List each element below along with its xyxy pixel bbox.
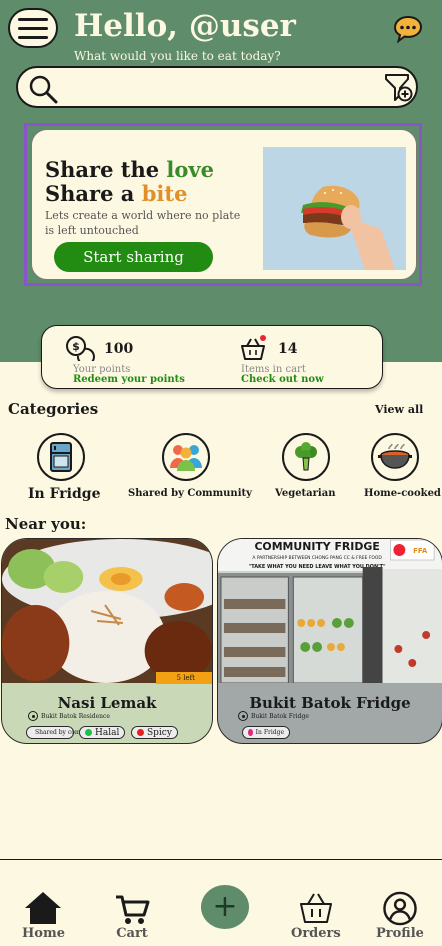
fridge-sign-title: COMMUNITY FRIDGE <box>254 540 379 553</box>
categories-title: Categories <box>8 400 99 418</box>
greeting-subtitle: What would you like to eat today? <box>74 49 281 63</box>
card-title-bukit-batok-fridge: Bukit Batok Fridge <box>249 694 411 712</box>
add-post-button[interactable]: + <box>201 885 249 929</box>
stats-card: $ 100 Your points Redeem your points 14 … <box>41 325 383 389</box>
category-label-shared-by-community: Shared by Community <box>128 488 252 499</box>
fridge-sign-subtitle: A PARTNERSHIP BETWEEN CHONG PANG CC & FR… <box>252 555 382 561</box>
tag-halal: Halal <box>79 726 126 739</box>
category-label-home-cooked: Home-cooked <box>364 488 441 499</box>
food-card-bukit-batok-fridge[interactable]: COMMUNITY FRIDGE A PARTNERSHIP BETWEEN C… <box>217 538 442 744</box>
category-label-vegetarian: Vegetarian <box>275 488 336 499</box>
category-vegetarian[interactable] <box>282 433 330 481</box>
promo-description: Lets create a world where no plate is le… <box>45 209 241 237</box>
nasi-lemak-image <box>2 539 212 683</box>
home-icon <box>25 892 62 924</box>
search-input[interactable] <box>66 74 336 102</box>
svg-text:$: $ <box>72 340 80 353</box>
coins-icon: $ <box>66 336 95 361</box>
category-label-in-fridge: In Fridge <box>28 486 101 502</box>
hamburger-icon <box>18 17 48 21</box>
points-value: 100 <box>104 341 134 357</box>
view-all-link[interactable]: View all <box>375 403 423 416</box>
bottom-nav: Home Cart + Orders Profile <box>0 859 442 946</box>
redeem-points-link[interactable]: Redeem your points <box>73 374 185 385</box>
cart-count: 14 <box>278 341 298 357</box>
tag-shared-by-community: Shared by community <box>26 726 102 739</box>
broccoli-icon <box>295 442 317 471</box>
category-shared-by-community[interactable] <box>162 433 210 481</box>
card-location: Bukit Batok Fridge <box>238 711 309 721</box>
ffa-logo-text: FFA <box>413 547 428 555</box>
community-fridge-image: COMMUNITY FRIDGE A PARTNERSHIP BETWEEN C… <box>218 539 442 683</box>
nav-cart[interactable]: Cart <box>114 894 150 941</box>
community-icon <box>170 445 202 471</box>
search-icon <box>29 75 58 104</box>
cart-icon <box>116 895 150 924</box>
promo-banner[interactable]: Share the love Share a bite Lets create … <box>31 129 417 280</box>
chat-icon[interactable] <box>393 15 423 43</box>
pot-icon <box>378 443 412 469</box>
start-sharing-button[interactable]: Start sharing <box>54 242 213 272</box>
nav-profile[interactable]: Profile <box>376 891 424 941</box>
burger-image <box>263 147 406 270</box>
promo-banner-selection: Share the love Share a bite Lets create … <box>24 123 422 286</box>
promo-line-1: Share the love <box>45 157 214 182</box>
filter-icon[interactable] <box>382 72 414 104</box>
cart-notification-dot <box>260 335 266 341</box>
checkout-link[interactable]: Check out now <box>241 374 324 385</box>
quantity-left-badge: 5 left <box>156 672 212 684</box>
category-in-fridge[interactable] <box>37 433 85 481</box>
basket-icon <box>299 893 332 923</box>
promo-line-2: Share a bite <box>45 181 188 206</box>
card-title-nasi-lemak: Nasi Lemak <box>57 694 157 712</box>
category-home-cooked[interactable] <box>371 433 419 481</box>
tag-in-fridge: In Fridge <box>242 726 290 739</box>
food-card-nasi-lemak[interactable]: 5 left Nasi Lemak Bukit Batok Residence … <box>1 538 213 744</box>
nav-home[interactable]: Home <box>22 890 65 941</box>
location-pin-icon <box>28 711 38 721</box>
nav-orders[interactable]: Orders <box>291 890 341 941</box>
menu-button[interactable] <box>8 8 58 48</box>
near-you-title: Near you: <box>5 515 87 533</box>
fridge-icon <box>50 442 72 472</box>
card-location: Bukit Batok Residence <box>28 711 110 721</box>
search-bar[interactable] <box>16 66 418 108</box>
profile-icon <box>383 891 417 926</box>
tag-spicy: Spicy <box>131 726 178 739</box>
greeting-title: Hello, @user <box>74 8 296 44</box>
location-pin-icon <box>238 711 248 721</box>
